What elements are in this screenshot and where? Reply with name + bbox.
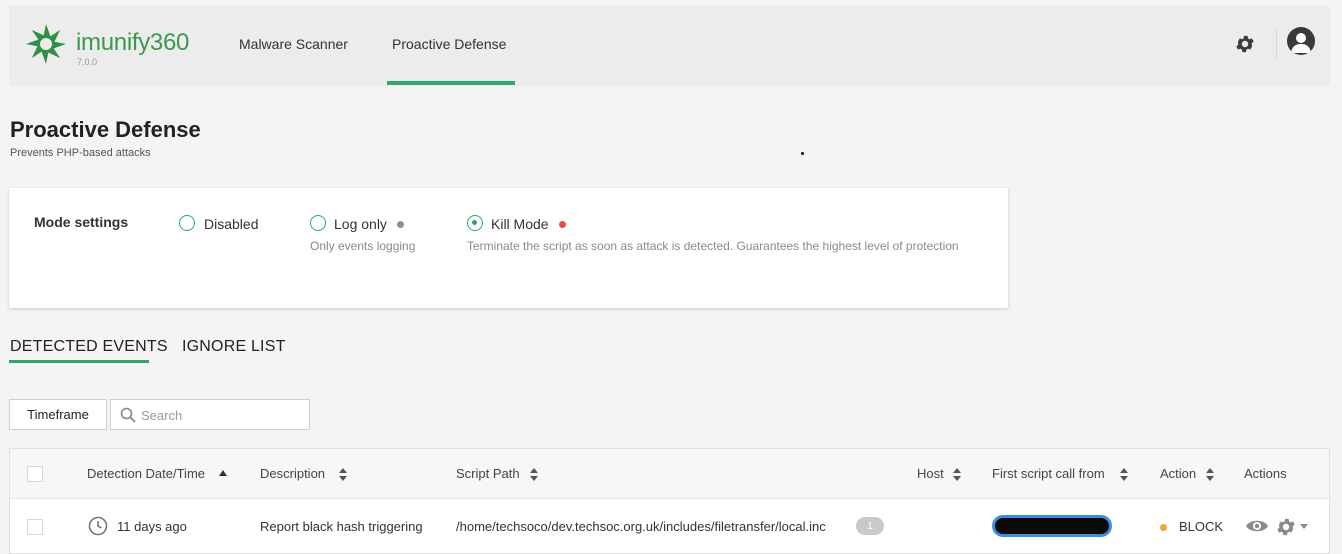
- nav-active-indicator: [387, 81, 515, 85]
- events-table: Detection Date/Time Description Script P…: [9, 448, 1330, 554]
- page-subtitle: Prevents PHP-based attacks: [10, 147, 151, 159]
- row-date: 11 days ago: [117, 519, 187, 534]
- kill-mode-hint: Terminate the script as soon as attack i…: [467, 239, 959, 253]
- user-avatar-icon[interactable]: [1287, 27, 1315, 55]
- col-script-path[interactable]: Script Path: [456, 466, 520, 481]
- stray-dot: [801, 152, 804, 155]
- select-all-checkbox[interactable]: [27, 466, 43, 482]
- row-script-path: /home/techsoco/dev.techsoc.org.uk/includ…: [456, 519, 826, 534]
- radio-log-only-label[interactable]: Log only: [334, 216, 387, 232]
- app-version: 7.0.0: [77, 57, 98, 67]
- radio-disabled[interactable]: [179, 215, 195, 231]
- mode-settings-label: Mode settings: [34, 214, 129, 230]
- redacted-first-call-ip: [992, 515, 1112, 537]
- col-description[interactable]: Description: [260, 466, 325, 481]
- radio-kill-mode[interactable]: [467, 215, 483, 231]
- col-actions: Actions: [1244, 466, 1287, 481]
- row-action: BLOCK: [1179, 519, 1224, 534]
- imunify360-logo[interactable]: imunify360 7.0.0: [23, 21, 213, 71]
- search-icon: [120, 407, 136, 423]
- log-only-status-dot: [397, 221, 404, 228]
- imunify-star-icon: [26, 24, 66, 64]
- occurrence-count-badge: 1: [856, 517, 884, 535]
- nav-malware-scanner[interactable]: Malware Scanner: [239, 36, 348, 52]
- search-box: [110, 399, 310, 430]
- row-description: Report black hash triggering: [260, 519, 423, 534]
- sort-icon[interactable]: [1120, 468, 1128, 481]
- row-checkbox[interactable]: [27, 519, 43, 535]
- col-first-script-call[interactable]: First script call from: [992, 466, 1105, 481]
- tab-active-indicator: [9, 360, 149, 363]
- tab-ignore-list[interactable]: IGNORE LIST: [182, 338, 286, 356]
- radio-log-only[interactable]: [310, 215, 326, 231]
- sort-icon[interactable]: [953, 468, 961, 481]
- col-detection-date[interactable]: Detection Date/Time: [87, 466, 205, 481]
- gear-icon[interactable]: [1234, 33, 1256, 55]
- search-input[interactable]: [141, 405, 306, 425]
- col-action[interactable]: Action: [1160, 466, 1196, 481]
- log-only-hint: Only events logging: [310, 239, 416, 253]
- kill-mode-status-dot: [559, 221, 566, 228]
- action-status-dot: [1160, 524, 1167, 531]
- row-settings-gear-icon[interactable]: [1275, 516, 1297, 538]
- top-bar: imunify360 7.0.0 Malware Scanner Proacti…: [9, 5, 1330, 86]
- radio-kill-mode-label[interactable]: Kill Mode: [491, 216, 549, 232]
- chevron-down-icon[interactable]: [1300, 524, 1308, 529]
- sort-icon[interactable]: [1206, 468, 1214, 481]
- eye-icon[interactable]: [1245, 517, 1269, 535]
- tab-detected-events[interactable]: DETECTED EVENTS: [10, 338, 168, 356]
- clock-icon: [88, 516, 108, 536]
- page-title: Proactive Defense: [10, 117, 201, 142]
- mode-settings-card: Mode settings Disabled Log only Only eve…: [9, 188, 1008, 308]
- logo-wordmark: imunify360: [76, 29, 190, 56]
- sort-icon[interactable]: [339, 468, 347, 481]
- nav-proactive-defense[interactable]: Proactive Defense: [392, 36, 506, 52]
- sort-asc-icon[interactable]: [219, 470, 227, 476]
- header-divider: [1276, 29, 1277, 59]
- radio-disabled-label[interactable]: Disabled: [204, 216, 258, 232]
- timeframe-button[interactable]: Timeframe: [9, 399, 107, 430]
- table-header: Detection Date/Time Description Script P…: [10, 449, 1329, 499]
- sort-icon[interactable]: [530, 468, 538, 481]
- col-host[interactable]: Host: [917, 466, 944, 481]
